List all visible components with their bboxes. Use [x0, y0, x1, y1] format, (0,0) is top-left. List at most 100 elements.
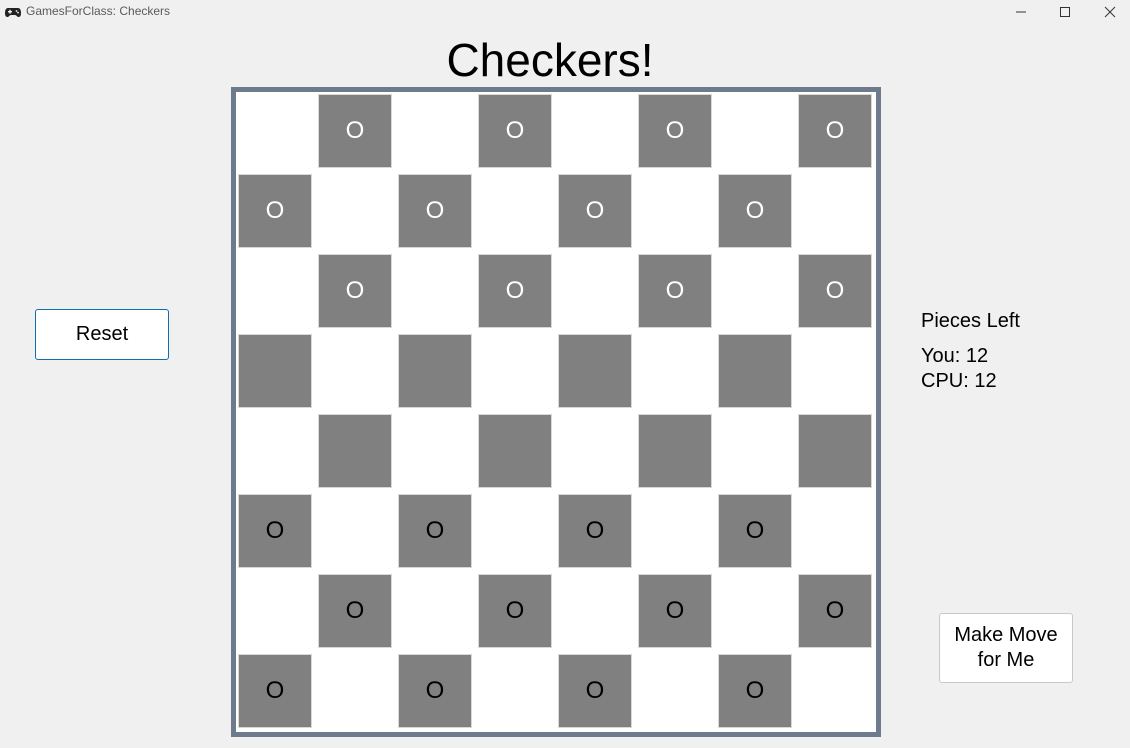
board-square-dark[interactable]: O — [558, 494, 632, 568]
minimize-button[interactable] — [998, 0, 1044, 24]
board-square-light — [318, 174, 392, 248]
board-square-light — [558, 254, 632, 328]
board-square-light — [398, 414, 472, 488]
score-cpu: CPU: 12 — [921, 370, 997, 392]
cpu-piece: O — [825, 277, 845, 304]
board-square-dark[interactable]: O — [718, 494, 792, 568]
maximize-button[interactable] — [1042, 0, 1088, 24]
board-square-dark[interactable]: O — [398, 494, 472, 568]
board-square-dark[interactable]: O — [478, 254, 552, 328]
board-square-light — [558, 414, 632, 488]
board-square-light — [798, 174, 872, 248]
board-square-light — [558, 94, 632, 168]
board-square-light — [398, 94, 472, 168]
board-square-dark[interactable]: O — [718, 174, 792, 248]
board-square-light — [318, 494, 392, 568]
board-square-dark[interactable] — [718, 334, 792, 408]
board-square-dark[interactable]: O — [318, 574, 392, 648]
board-square-light — [478, 334, 552, 408]
player-piece: O — [585, 517, 605, 544]
board-square-light — [798, 334, 872, 408]
board-square-dark[interactable] — [318, 414, 392, 488]
board-square-dark[interactable]: O — [238, 494, 312, 568]
board-square-dark[interactable]: O — [238, 174, 312, 248]
cpu-piece: O — [585, 197, 605, 224]
player-piece: O — [505, 597, 525, 624]
board-square-dark[interactable]: O — [478, 94, 552, 168]
player-piece: O — [745, 677, 765, 704]
reset-button[interactable]: Reset — [35, 309, 169, 360]
board-square-dark[interactable]: O — [798, 94, 872, 168]
board-square-light — [718, 414, 792, 488]
board-square-light — [238, 574, 312, 648]
cpu-piece: O — [665, 117, 685, 144]
pieces-left-heading: Pieces Left — [921, 310, 1020, 332]
board-square-dark[interactable]: O — [718, 654, 792, 728]
cpu-piece: O — [665, 277, 685, 304]
board-square-dark[interactable]: O — [638, 574, 712, 648]
cpu-piece: O — [825, 117, 845, 144]
board-square-light — [238, 414, 312, 488]
board-square-light — [638, 174, 712, 248]
board-square-dark[interactable]: O — [558, 654, 632, 728]
board-square-light — [558, 574, 632, 648]
board-square-light — [478, 174, 552, 248]
player-piece: O — [825, 597, 845, 624]
board-square-dark[interactable]: O — [798, 254, 872, 328]
board-square-dark[interactable]: O — [478, 574, 552, 648]
cpu-piece: O — [425, 197, 445, 224]
player-piece: O — [745, 517, 765, 544]
cpu-piece: O — [345, 117, 365, 144]
board-square-light — [238, 254, 312, 328]
cpu-piece: O — [505, 277, 525, 304]
board-square-light — [718, 254, 792, 328]
cpu-piece: O — [505, 117, 525, 144]
board-square-dark[interactable] — [558, 334, 632, 408]
board-square-dark[interactable]: O — [238, 654, 312, 728]
board-square-dark[interactable]: O — [318, 94, 392, 168]
board-square-dark[interactable] — [398, 334, 472, 408]
make-move-button[interactable]: Make Move for Me — [939, 613, 1073, 683]
board-square-dark[interactable] — [238, 334, 312, 408]
board-square-light — [478, 494, 552, 568]
cpu-piece: O — [345, 277, 365, 304]
cpu-piece: O — [745, 197, 765, 224]
board-square-light — [718, 574, 792, 648]
player-piece: O — [425, 677, 445, 704]
board-square-light — [798, 654, 872, 728]
board-square-light — [398, 574, 472, 648]
make-move-label: Make Move for Me — [954, 624, 1058, 671]
board-square-light — [398, 254, 472, 328]
board-square-dark[interactable]: O — [638, 94, 712, 168]
page-title: Checkers! — [446, 34, 654, 86]
board-square-dark[interactable]: O — [798, 574, 872, 648]
player-piece: O — [265, 677, 285, 704]
maximize-icon — [1060, 7, 1070, 17]
board-square-dark[interactable]: O — [398, 174, 472, 248]
board-square-light — [318, 334, 392, 408]
board-square-dark[interactable]: O — [318, 254, 392, 328]
player-piece: O — [665, 597, 685, 624]
board-square-light — [238, 94, 312, 168]
board-square-dark[interactable] — [798, 414, 872, 488]
minimize-icon — [1016, 11, 1026, 13]
board-square-light — [638, 494, 712, 568]
board-square-dark[interactable]: O — [398, 654, 472, 728]
board-square-light — [638, 654, 712, 728]
board-square-dark[interactable]: O — [638, 254, 712, 328]
window-title: GamesForClass: Checkers — [26, 4, 171, 18]
board-square-dark[interactable]: O — [558, 174, 632, 248]
board-square-light — [478, 654, 552, 728]
title-bar: GamesForClass: Checkers — [0, 0, 1130, 24]
player-piece: O — [585, 677, 605, 704]
player-piece: O — [425, 517, 445, 544]
board-square-dark[interactable] — [638, 414, 712, 488]
score-you: You: 12 — [921, 345, 989, 367]
gamepad-icon — [4, 4, 22, 20]
close-button[interactable] — [1087, 0, 1130, 24]
checkers-board: O O O O O O O O O O O O O O O O O O O O O O O O — [231, 87, 881, 737]
cpu-piece: O — [265, 197, 285, 224]
close-icon — [1104, 6, 1116, 18]
player-piece: O — [265, 517, 285, 544]
board-square-dark[interactable] — [478, 414, 552, 488]
